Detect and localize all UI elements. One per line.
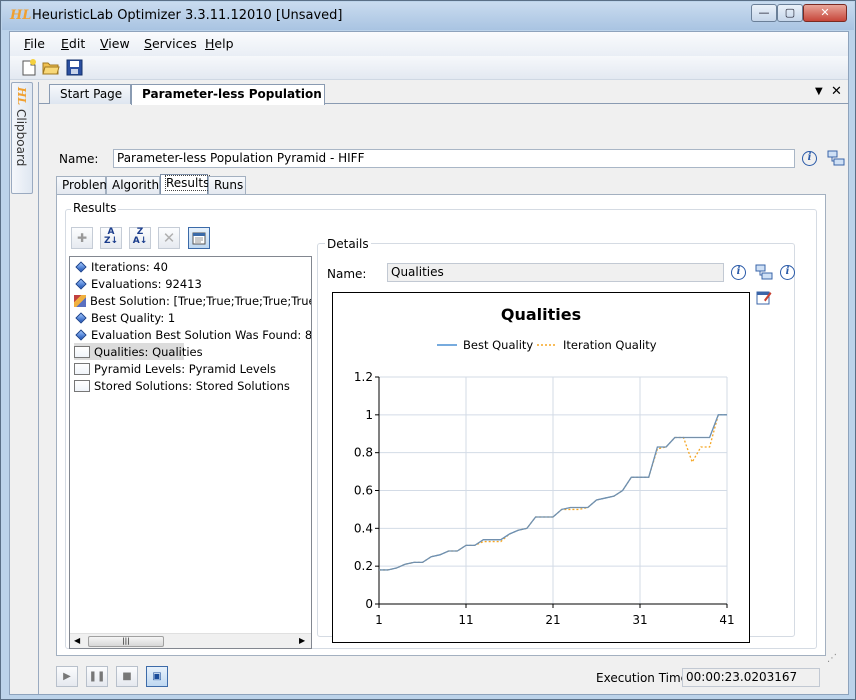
- reset-button[interactable]: ▣: [146, 666, 168, 687]
- execution-time-label: Execution Time:: [596, 671, 693, 685]
- x-tick-label-4: 41: [719, 613, 734, 627]
- info-icon[interactable]: i: [802, 151, 817, 166]
- details-info-icon[interactable]: i: [731, 265, 746, 280]
- tab-algorithm[interactable]: Algorithm: [106, 176, 171, 194]
- y-tick-label-4: 0.8: [354, 446, 373, 460]
- horizontal-scrollbar[interactable]: ◀ ||| ▶: [70, 633, 311, 648]
- list-item[interactable]: Stored Solutions: Stored Solutions: [74, 377, 290, 394]
- execution-time-field: 00:00:23.0203167: [682, 668, 820, 687]
- tab-problem[interactable]: Problem: [56, 176, 111, 194]
- list-item[interactable]: Iterations: 40: [74, 258, 168, 275]
- tab-runs[interactable]: Runs: [208, 176, 246, 194]
- save-icon[interactable]: [66, 59, 84, 76]
- toolbar: [10, 56, 848, 80]
- value-icon: [75, 311, 87, 324]
- tab-results[interactable]: Results: [160, 174, 211, 194]
- list-item[interactable]: Pyramid Levels: Pyramid Levels: [74, 360, 276, 377]
- menu-help[interactable]: Help: [205, 36, 234, 51]
- details-view-icon: [192, 232, 206, 245]
- heuristiclab-logo-icon: HL: [10, 8, 32, 23]
- list-item[interactable]: Best Quality: 1: [74, 309, 175, 326]
- resize-grip-icon[interactable]: ⋰: [827, 653, 837, 664]
- legend-label-0: Best Quality: [463, 338, 533, 352]
- name-label: Name:: [59, 152, 99, 166]
- y-tick-label-6: 1.2: [354, 370, 373, 384]
- remove-item-button[interactable]: ✕: [158, 227, 180, 249]
- scroll-thumb[interactable]: |||: [88, 636, 164, 647]
- details-network-view-icon[interactable]: [755, 264, 773, 280]
- y-tick-label-1: 0.2: [354, 559, 373, 573]
- title-bar[interactable]: HL HeuristicLab Optimizer 3.3.11.12010 […: [2, 2, 854, 30]
- maximize-button[interactable]: ▢: [777, 4, 803, 22]
- sort-descending-button[interactable]: Z A↓: [129, 227, 151, 249]
- y-tick-label-5: 1: [365, 408, 373, 422]
- results-list[interactable]: Iterations: 40 Evaluations: 92413 Best S…: [69, 256, 312, 649]
- new-file-icon[interactable]: [20, 59, 38, 76]
- y-tick-label-3: 0.6: [354, 484, 373, 498]
- details-name-input: Qualities: [387, 263, 724, 282]
- menu-file[interactable]: File: [24, 36, 45, 51]
- x-tick-label-0: 1: [375, 613, 383, 627]
- tab-close-icon[interactable]: ✕: [831, 84, 842, 99]
- x-tick-label-2: 21: [545, 613, 560, 627]
- value-icon: [75, 277, 87, 290]
- close-window-button[interactable]: ✕: [803, 4, 847, 22]
- y-tick-label-2: 0.4: [354, 521, 373, 535]
- x-tick-label-3: 31: [632, 613, 647, 627]
- tab-results-label: Results: [164, 175, 211, 191]
- tab-start-page[interactable]: Start Page: [49, 84, 131, 104]
- menu-view[interactable]: View: [100, 36, 130, 51]
- details-name-label: Name:: [327, 267, 367, 281]
- chart-icon: [74, 345, 90, 358]
- list-item[interactable]: Best Solution: [True;True;True;True;True…: [74, 292, 311, 309]
- tab-list-dropdown-icon[interactable]: ▼: [815, 86, 823, 97]
- chart-canvas: QualitiesBest Quality Iteration Quality1 1…: [354, 305, 735, 627]
- clipboard-side-tab[interactable]: HL Clipboard: [11, 82, 33, 194]
- x-tick-label-1: 11: [458, 613, 473, 627]
- value-icon: [75, 260, 87, 273]
- edit-chart-icon[interactable]: [756, 289, 772, 305]
- clipboard-label: Clipboard: [14, 109, 28, 167]
- solution-icon: [74, 294, 86, 307]
- add-item-button[interactable]: ✚: [71, 227, 93, 249]
- scroll-left-icon[interactable]: ◀: [74, 636, 80, 645]
- heuristiclab-small-logo-icon: HL: [15, 87, 28, 106]
- stop-button[interactable]: ■: [116, 666, 138, 687]
- details-group-label: Details: [325, 237, 371, 251]
- legend-label-1: Iteration Quality: [563, 338, 657, 352]
- menu-bar: File Edit View Services Help: [10, 32, 848, 56]
- network-view-icon[interactable]: [827, 150, 845, 166]
- results-group-label: Results: [71, 201, 119, 215]
- tab-parameter-less-population-pyramid[interactable]: Parameter-less Population Pyra...: [131, 84, 325, 105]
- chart-icon: [74, 379, 90, 392]
- pause-button[interactable]: ❚❚: [86, 666, 108, 687]
- show-details-button[interactable]: [188, 227, 210, 249]
- client-area: File Edit View Services Help HL Clipboar…: [9, 31, 849, 695]
- list-item-selected[interactable]: Qualities: Qualities: [74, 343, 203, 360]
- open-folder-icon[interactable]: [42, 59, 60, 76]
- value-icon: [75, 328, 87, 341]
- details-info-icon-2[interactable]: i: [780, 265, 795, 280]
- app-window: HL HeuristicLab Optimizer 3.3.11.12010 […: [0, 0, 856, 700]
- start-button[interactable]: ▶: [56, 666, 78, 687]
- sort-ascending-button[interactable]: A Z↓: [100, 227, 122, 249]
- list-item[interactable]: Evaluations: 92413: [74, 275, 202, 292]
- list-item[interactable]: Evaluation Best Solution Was Found: 8947…: [74, 326, 311, 343]
- menu-services[interactable]: Services: [144, 36, 197, 51]
- results-panel: Results ✚ A Z↓ Z A↓ ✕ Iterations: 40 Evalu…: [56, 194, 826, 656]
- chart-icon: [74, 362, 90, 375]
- minimize-button[interactable]: —: [751, 4, 777, 22]
- name-input[interactable]: Parameter-less Population Pyramid - HIFF: [113, 149, 795, 168]
- chart-title: Qualities: [501, 305, 581, 324]
- y-tick-label-0: 0: [365, 597, 373, 611]
- window-title: HeuristicLab Optimizer 3.3.11.12010 [Uns…: [32, 8, 343, 23]
- qualities-chart[interactable]: Qualities Best Quality Iteration Quality 1 1…: [332, 292, 750, 643]
- menu-edit[interactable]: Edit: [61, 36, 85, 51]
- scroll-right-icon[interactable]: ▶: [299, 636, 305, 645]
- document-area: Start Page Parameter-less Population Pyr…: [38, 82, 849, 694]
